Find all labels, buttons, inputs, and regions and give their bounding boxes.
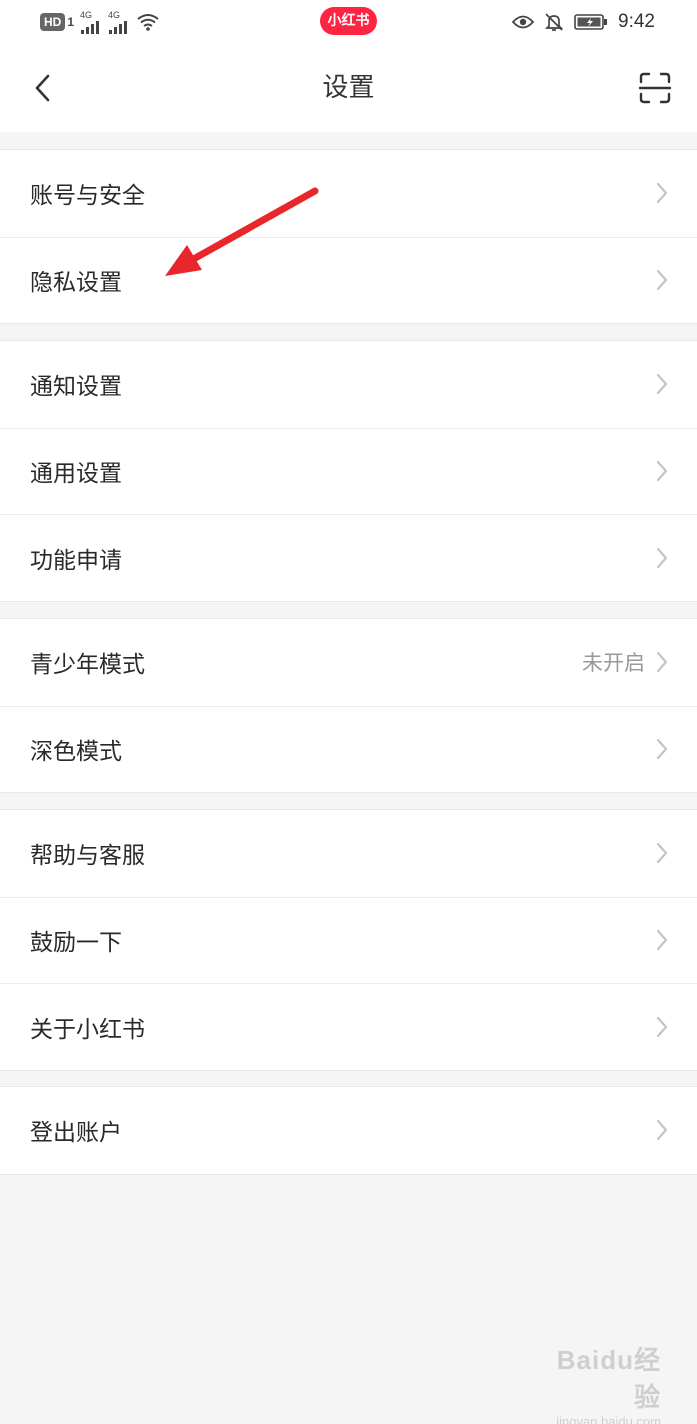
row-label: 帮助与客服 bbox=[30, 843, 145, 870]
network-type-2: 4G bbox=[108, 9, 121, 20]
row-dark-mode[interactable]: 深色模式 bbox=[0, 705, 697, 793]
row-encourage[interactable]: 鼓励一下 bbox=[0, 896, 697, 984]
row-label: 深色模式 bbox=[30, 739, 122, 766]
signal-1: 4G bbox=[80, 9, 102, 34]
row-help-support[interactable]: 帮助与客服 bbox=[0, 810, 697, 897]
chevron-right-icon bbox=[655, 268, 669, 292]
status-bar: HD 1 4G 4G 小红书 9:42 bbox=[0, 0, 697, 44]
settings-group-account: 账号与安全 隐私设置 bbox=[0, 149, 697, 324]
chevron-right-icon bbox=[655, 737, 669, 761]
teen-mode-status: 未开启 bbox=[582, 651, 645, 676]
nav-bar: 设置 bbox=[0, 44, 697, 132]
chevron-right-icon bbox=[655, 459, 669, 483]
chevron-right-icon bbox=[655, 181, 669, 205]
status-left: HD 1 4G 4G bbox=[40, 10, 160, 34]
wifi-icon bbox=[137, 14, 159, 31]
page-title: 设置 bbox=[322, 73, 375, 103]
settings-group-general: 通知设置 通用设置 功能申请 bbox=[0, 340, 697, 602]
row-privacy-settings[interactable]: 隐私设置 bbox=[0, 236, 697, 324]
watermark-logo: Baidu经验 bbox=[556, 1345, 661, 1412]
chevron-right-icon bbox=[655, 928, 669, 952]
chevron-right-icon bbox=[655, 1015, 669, 1039]
row-account-security[interactable]: 账号与安全 bbox=[0, 150, 697, 237]
sim-number: 1 bbox=[67, 15, 75, 29]
scan-button[interactable] bbox=[635, 68, 675, 108]
status-right: 9:42 bbox=[512, 9, 655, 35]
settings-group-modes: 青少年模式 未开启 深色模式 bbox=[0, 618, 697, 793]
row-label: 登出账户 bbox=[30, 1120, 122, 1147]
chevron-right-icon bbox=[655, 841, 669, 865]
row-label: 隐私设置 bbox=[30, 270, 122, 297]
bell-muted-icon bbox=[544, 13, 564, 31]
baidu-watermark: Baidu经验 jingyan.baidu.com bbox=[531, 1340, 661, 1424]
network-type-1: 4G bbox=[80, 9, 93, 20]
row-label: 通用设置 bbox=[30, 461, 122, 488]
row-teen-mode[interactable]: 青少年模式 未开启 bbox=[0, 619, 697, 706]
row-logout[interactable]: 登出账户 bbox=[0, 1087, 697, 1174]
status-clock: 9:42 bbox=[618, 11, 655, 32]
row-label: 青少年模式 bbox=[30, 652, 145, 679]
row-label: 关于小红书 bbox=[30, 1016, 145, 1043]
xiaohongshu-badge: 小红书 bbox=[320, 7, 377, 35]
row-feature-request[interactable]: 功能申请 bbox=[0, 514, 697, 601]
battery-icon bbox=[574, 14, 608, 30]
row-label: 功能申请 bbox=[30, 547, 122, 574]
chevron-right-icon bbox=[655, 546, 669, 570]
row-label: 账号与安全 bbox=[30, 183, 145, 210]
row-notification-settings[interactable]: 通知设置 bbox=[0, 341, 697, 428]
hd-badge: HD bbox=[40, 13, 66, 31]
signal-bars-icon bbox=[109, 20, 128, 34]
scan-icon bbox=[639, 72, 671, 104]
row-label: 鼓励一下 bbox=[30, 930, 122, 957]
eye-icon bbox=[512, 15, 535, 29]
signal-2: 4G bbox=[108, 9, 130, 34]
settings-group-support: 帮助与客服 鼓励一下 关于小红书 bbox=[0, 809, 697, 1071]
row-general-settings[interactable]: 通用设置 bbox=[0, 427, 697, 515]
watermark-sub: jingyan.baidu.com bbox=[556, 1414, 661, 1424]
settings-group-logout: 登出账户 bbox=[0, 1086, 697, 1175]
chevron-right-icon bbox=[655, 650, 669, 674]
chevron-right-icon bbox=[655, 1118, 669, 1142]
row-label: 通知设置 bbox=[30, 374, 122, 401]
row-about[interactable]: 关于小红书 bbox=[0, 983, 697, 1070]
signal-bars-icon bbox=[81, 20, 100, 34]
chevron-right-icon bbox=[655, 372, 669, 396]
